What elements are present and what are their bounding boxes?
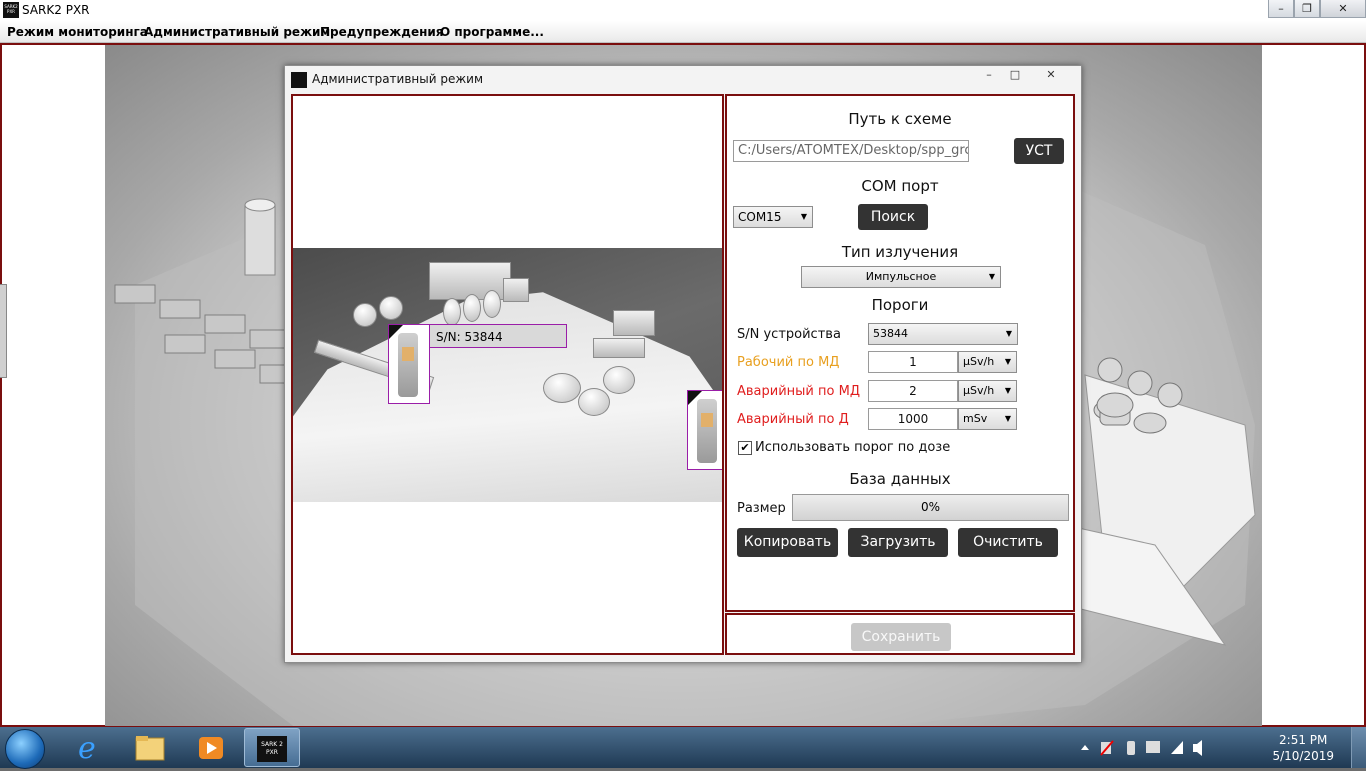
com-port-select[interactable]: COM15 ▼ xyxy=(733,206,813,228)
maximize-button[interactable]: ❐ xyxy=(1294,0,1320,18)
path-header: Путь к схеме xyxy=(848,110,952,128)
close-button[interactable]: ✕ xyxy=(1320,0,1366,18)
sn-value: 53844 xyxy=(873,327,908,340)
detector-sn-label: S/N: 53844 xyxy=(429,324,567,348)
settings-pane: Путь к схеме C:/Users/ATOMTEX/Desktop/sp… xyxy=(725,94,1075,612)
sark-app-icon[interactable]: SARK 2 PXR xyxy=(244,728,300,767)
dosimeter-icon xyxy=(398,333,418,397)
clock-time: 2:51 PM xyxy=(1279,733,1328,747)
com-header: COM порт xyxy=(861,177,939,195)
work-md-label: Рабочий по МД xyxy=(737,355,840,370)
use-dose-checkbox[interactable]: ✔ xyxy=(738,441,752,455)
thresholds-header: Пороги xyxy=(871,296,929,314)
set-path-button[interactable]: УСТ xyxy=(1014,138,1064,164)
alarm-md-input[interactable]: 2 xyxy=(868,380,958,402)
radiation-header: Тип излучения xyxy=(841,243,959,261)
building xyxy=(593,338,645,358)
dialog-maximize-button[interactable]: □ xyxy=(1003,67,1027,83)
menu-warnings[interactable]: Предупреждения xyxy=(320,25,443,39)
scheme-preview-pane: S/N: 53844 xyxy=(291,94,724,655)
alarm-d-unit: mSv xyxy=(963,412,988,425)
building xyxy=(613,310,655,336)
copy-button[interactable]: Копировать xyxy=(737,528,838,557)
sn-label: S/N устройства xyxy=(737,327,841,342)
alarm-md-unit: μSv/h xyxy=(963,384,995,397)
svg-text:e: e xyxy=(78,731,96,766)
explorer-icon[interactable] xyxy=(122,728,178,767)
dialog-controls: – □ ✕ xyxy=(977,67,1073,83)
start-orb-icon[interactable] xyxy=(5,729,45,769)
sark-app-label: SARK 2 PXR xyxy=(257,736,287,762)
ie-icon[interactable]: e xyxy=(62,728,118,767)
tank xyxy=(578,388,610,416)
tank xyxy=(463,294,481,322)
chevron-down-icon: ▼ xyxy=(1004,414,1011,423)
app-titlebar: SARK2 PXR SARK2 PXR – ❐ ✕ xyxy=(0,0,1366,21)
tank xyxy=(353,303,377,327)
save-pane: Сохранить xyxy=(725,613,1075,655)
radiation-type-value: Импульсное xyxy=(865,270,937,283)
clear-button[interactable]: Очистить xyxy=(958,528,1058,557)
sn-select[interactable]: 53844 ▼ xyxy=(868,323,1018,345)
alarm-md-unit-select[interactable]: μSv/h ▼ xyxy=(958,380,1017,402)
radiation-type-select[interactable]: Импульсное ▼ xyxy=(801,266,1001,288)
window-controls: – ❐ ✕ xyxy=(1268,0,1366,18)
alarm-md-label: Аварийный по МД xyxy=(737,384,860,399)
work-md-unit: μSv/h xyxy=(963,355,995,368)
menu-bar: Режим мониторинга Административный режим… xyxy=(0,21,1366,43)
work-md-unit-select[interactable]: μSv/h ▼ xyxy=(958,351,1017,373)
chevron-down-icon: ▼ xyxy=(1005,329,1012,338)
search-button[interactable]: Поиск xyxy=(858,204,928,230)
tank xyxy=(379,296,403,320)
save-button[interactable]: Сохранить xyxy=(851,623,951,651)
menu-about[interactable]: О программе... xyxy=(440,25,544,39)
tank xyxy=(483,290,501,318)
db-size-progress: 0% xyxy=(792,494,1069,521)
dialog-close-button[interactable]: ✕ xyxy=(1029,67,1073,83)
chevron-down-icon: ▼ xyxy=(800,212,807,221)
dosimeter-icon xyxy=(697,399,717,463)
menu-monitoring[interactable]: Режим мониторинга xyxy=(7,25,148,39)
scheme-image[interactable] xyxy=(293,248,722,502)
chevron-down-icon: ▼ xyxy=(988,272,995,281)
app-logo-icon: SARK2 PXR xyxy=(3,2,19,18)
minimize-button[interactable]: – xyxy=(1268,0,1294,18)
building xyxy=(503,278,529,302)
tank xyxy=(443,298,461,326)
detector-marker[interactable] xyxy=(687,390,722,470)
dialog-title: Административный режим xyxy=(312,72,484,86)
show-desktop-button[interactable] xyxy=(1351,727,1366,768)
chevron-down-icon: ▼ xyxy=(1004,386,1011,395)
alarm-d-input[interactable]: 1000 xyxy=(868,408,958,430)
detector-marker[interactable] xyxy=(388,324,430,404)
path-input[interactable]: C:/Users/ATOMTEX/Desktop/spp_grc xyxy=(733,140,969,162)
size-label: Размер xyxy=(737,501,786,516)
app-title: SARK2 PXR xyxy=(22,3,90,17)
tank xyxy=(603,366,635,394)
db-header: База данных xyxy=(849,470,951,488)
tank xyxy=(543,373,581,403)
menu-admin[interactable]: Административный режим xyxy=(144,25,330,39)
chevron-down-icon: ▼ xyxy=(1004,357,1011,366)
clock[interactable]: 2:51 PM 5/10/2019 xyxy=(1272,732,1334,764)
load-button[interactable]: Загрузить xyxy=(848,528,948,557)
com-port-value: COM15 xyxy=(738,210,782,224)
work-md-input[interactable]: 1 xyxy=(868,351,958,373)
admin-dialog: Административный режим – □ ✕ S/N: 53844 … xyxy=(284,65,1082,663)
alarm-d-unit-select[interactable]: mSv ▼ xyxy=(958,408,1017,430)
dialog-titlebar: Административный режим – □ ✕ xyxy=(285,66,1081,93)
side-panel-handle[interactable] xyxy=(0,284,7,378)
clock-date: 5/10/2019 xyxy=(1272,749,1334,763)
dialog-minimize-button[interactable]: – xyxy=(977,67,1001,83)
alarm-d-label: Аварийный по Д xyxy=(737,412,849,427)
taskbar: e SARK 2 PXR 2:51 PM 5/10/2019 xyxy=(0,727,1366,769)
dialog-logo-icon xyxy=(291,72,307,88)
media-player-icon[interactable] xyxy=(183,728,239,767)
use-dose-label: Использовать порог по дозе xyxy=(755,440,951,455)
